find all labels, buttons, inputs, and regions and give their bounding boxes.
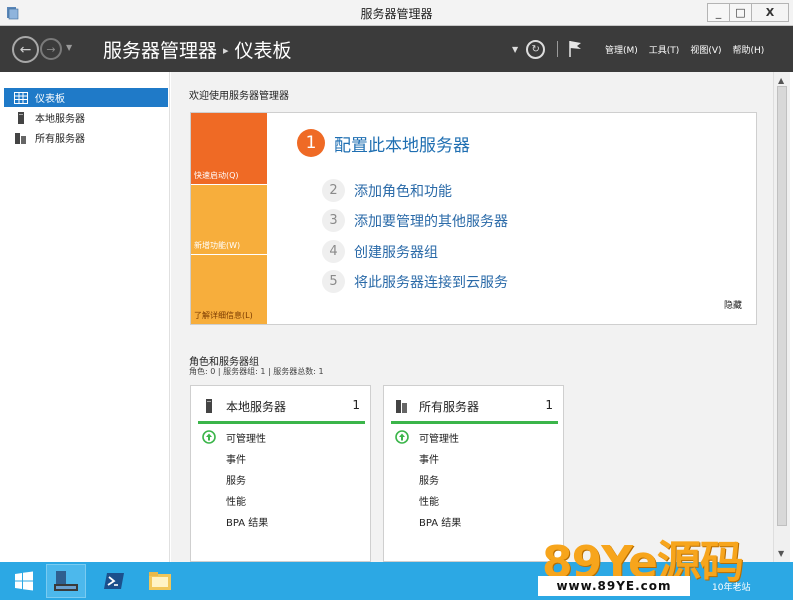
sidebar-item-local-server[interactable]: 本地服务器 [4, 108, 168, 127]
card-title: 本地服务器 [226, 400, 287, 414]
tile-learn-more[interactable]: 了解详细信息(L) [191, 255, 267, 324]
taskbar-file-explorer[interactable] [140, 564, 180, 598]
taskbar-server-manager[interactable] [46, 564, 86, 598]
hide-link[interactable]: 隐藏 [724, 298, 742, 311]
sidebar-item-label: 所有服务器 [35, 134, 85, 145]
windows-logo-icon [15, 571, 33, 591]
welcome-panel: 快速启动(Q) 新增功能(W) 了解详细信息(L) 1 配置此本地服务器 2 添… [190, 112, 757, 325]
step-label: 配置此本地服务器 [334, 135, 470, 156]
breadcrumb-separator-icon: ▸ [223, 44, 229, 57]
menu-help[interactable]: 帮助(H) [733, 43, 765, 56]
tile-quick-start[interactable]: 快速启动(Q) [191, 113, 267, 184]
step-create-server-group[interactable]: 4 创建服务器组 [322, 240, 438, 263]
notifications-flag-icon[interactable] [568, 40, 582, 58]
sidebar-item-dashboard[interactable]: 仪表板 [4, 88, 168, 107]
scroll-thumb[interactable] [777, 86, 787, 526]
scroll-up-icon[interactable]: ▲ [778, 76, 784, 85]
step-label: 创建服务器组 [354, 244, 438, 261]
card-row-services[interactable]: 服务 [419, 472, 439, 487]
sidebar-item-label: 仪表板 [35, 94, 65, 105]
step-number: 2 [322, 179, 345, 202]
minimize-button[interactable]: _ [707, 3, 730, 22]
server-manager-icon [54, 571, 78, 591]
menu-manage[interactable]: 管理(M) [605, 43, 638, 56]
status-bar [391, 421, 558, 424]
step-number: 3 [322, 209, 345, 232]
step-number: 4 [322, 240, 345, 263]
status-bar [198, 421, 365, 424]
menu-bar: 管理(M) 工具(T) 视图(V) 帮助(H) [605, 43, 764, 56]
sidebar: 仪表板 本地服务器 所有服务器 [0, 72, 170, 562]
local-server-card[interactable]: 本地服务器 1 可管理性 事件 服务 性能 BPA 结果 [190, 385, 371, 562]
breadcrumb-current: 仪表板 [234, 40, 292, 62]
card-row-events[interactable]: 事件 [226, 451, 246, 466]
divider [557, 41, 559, 57]
sidebar-item-all-servers[interactable]: 所有服务器 [4, 128, 168, 147]
back-arrow-icon: ← [19, 41, 32, 58]
step-label: 添加角色和功能 [354, 183, 452, 200]
status-ok-icon [395, 430, 409, 444]
card-title: 所有服务器 [419, 400, 480, 414]
card-row-events[interactable]: 事件 [419, 451, 439, 466]
forward-arrow-icon: → [46, 42, 56, 56]
vertical-scrollbar[interactable]: ▲ ▼ [773, 72, 790, 562]
watermark-url: www.89YE.com [538, 576, 690, 596]
tile-label: 快速启动(Q) [194, 171, 239, 180]
server-icon [18, 111, 24, 124]
welcome-title: 欢迎使用服务器管理器 [189, 91, 289, 102]
breadcrumb-root[interactable]: 服务器管理器 [103, 40, 217, 62]
card-header[interactable]: 本地服务器 1 [191, 386, 370, 424]
main-content: 欢迎使用服务器管理器 快速启动(Q) 新增功能(W) 了解详细信息(L) 1 配… [171, 72, 773, 562]
card-row-manageability[interactable]: 可管理性 [226, 430, 266, 445]
close-button[interactable]: X [751, 3, 789, 22]
back-button[interactable]: ← [12, 36, 39, 63]
dashboard-icon [14, 91, 28, 104]
start-button[interactable] [4, 564, 44, 598]
maximize-button[interactable]: □ [729, 3, 752, 22]
menu-view[interactable]: 视图(V) [690, 43, 721, 56]
step-number: 5 [322, 270, 345, 293]
step-add-roles-features[interactable]: 2 添加角色和功能 [322, 179, 452, 202]
tile-whats-new[interactable]: 新增功能(W) [191, 185, 267, 254]
step-add-other-servers[interactable]: 3 添加要管理的其他服务器 [322, 209, 508, 232]
watermark: 89Ye源码 www.89YE.com 10年老站 [538, 526, 793, 600]
card-row-bpa[interactable]: BPA 结果 [419, 514, 461, 529]
card-row-manageability[interactable]: 可管理性 [419, 430, 459, 445]
all-servers-card[interactable]: 所有服务器 1 可管理性 事件 服务 性能 BPA 结果 [383, 385, 564, 562]
card-count: 1 [545, 398, 553, 412]
powershell-icon [104, 573, 124, 589]
server-icon [206, 399, 212, 413]
step-connect-cloud[interactable]: 5 将此服务器连接到云服务 [322, 270, 508, 293]
refresh-icon[interactable]: ↻ [526, 39, 546, 59]
step-label: 将此服务器连接到云服务 [354, 274, 508, 291]
step-label: 添加要管理的其他服务器 [354, 213, 508, 230]
card-row-bpa[interactable]: BPA 结果 [226, 514, 268, 529]
card-header[interactable]: 所有服务器 1 [384, 386, 563, 424]
folder-icon [149, 572, 171, 590]
roles-summary: 角色: 0 | 服务器组: 1 | 服务器总数: 1 [189, 367, 324, 376]
servers-icon [15, 132, 26, 144]
card-count: 1 [352, 398, 360, 412]
tile-label: 新增功能(W) [194, 241, 241, 250]
watermark-tagline: 10年老站 [712, 583, 751, 593]
status-ok-icon [202, 430, 216, 444]
header-tools: ▼ ↻ [512, 39, 582, 59]
servers-icon [396, 400, 407, 413]
menu-tools[interactable]: 工具(T) [649, 43, 680, 56]
app-header: ← → ▼ 服务器管理器 ▸ 仪表板 ▼ ↻ 管理(M) 工具(T) 视图(V) 帮… [0, 26, 793, 72]
step-number: 1 [297, 129, 325, 157]
history-dropdown-icon[interactable]: ▼ [66, 43, 72, 52]
dropdown-icon[interactable]: ▼ [512, 45, 518, 54]
taskbar-powershell[interactable] [94, 564, 134, 598]
card-row-performance[interactable]: 性能 [226, 493, 246, 508]
title-bar: 服务器管理器 _ □ X [0, 0, 793, 26]
sidebar-item-label: 本地服务器 [35, 114, 85, 125]
card-row-services[interactable]: 服务 [226, 472, 246, 487]
step-configure-local-server[interactable]: 1 配置此本地服务器 [297, 129, 470, 157]
tile-label: 了解详细信息(L) [194, 311, 253, 320]
card-row-performance[interactable]: 性能 [419, 493, 439, 508]
forward-button[interactable]: → [40, 38, 62, 60]
breadcrumb: 服务器管理器 ▸ 仪表板 [103, 36, 292, 63]
window-title: 服务器管理器 [360, 7, 433, 21]
